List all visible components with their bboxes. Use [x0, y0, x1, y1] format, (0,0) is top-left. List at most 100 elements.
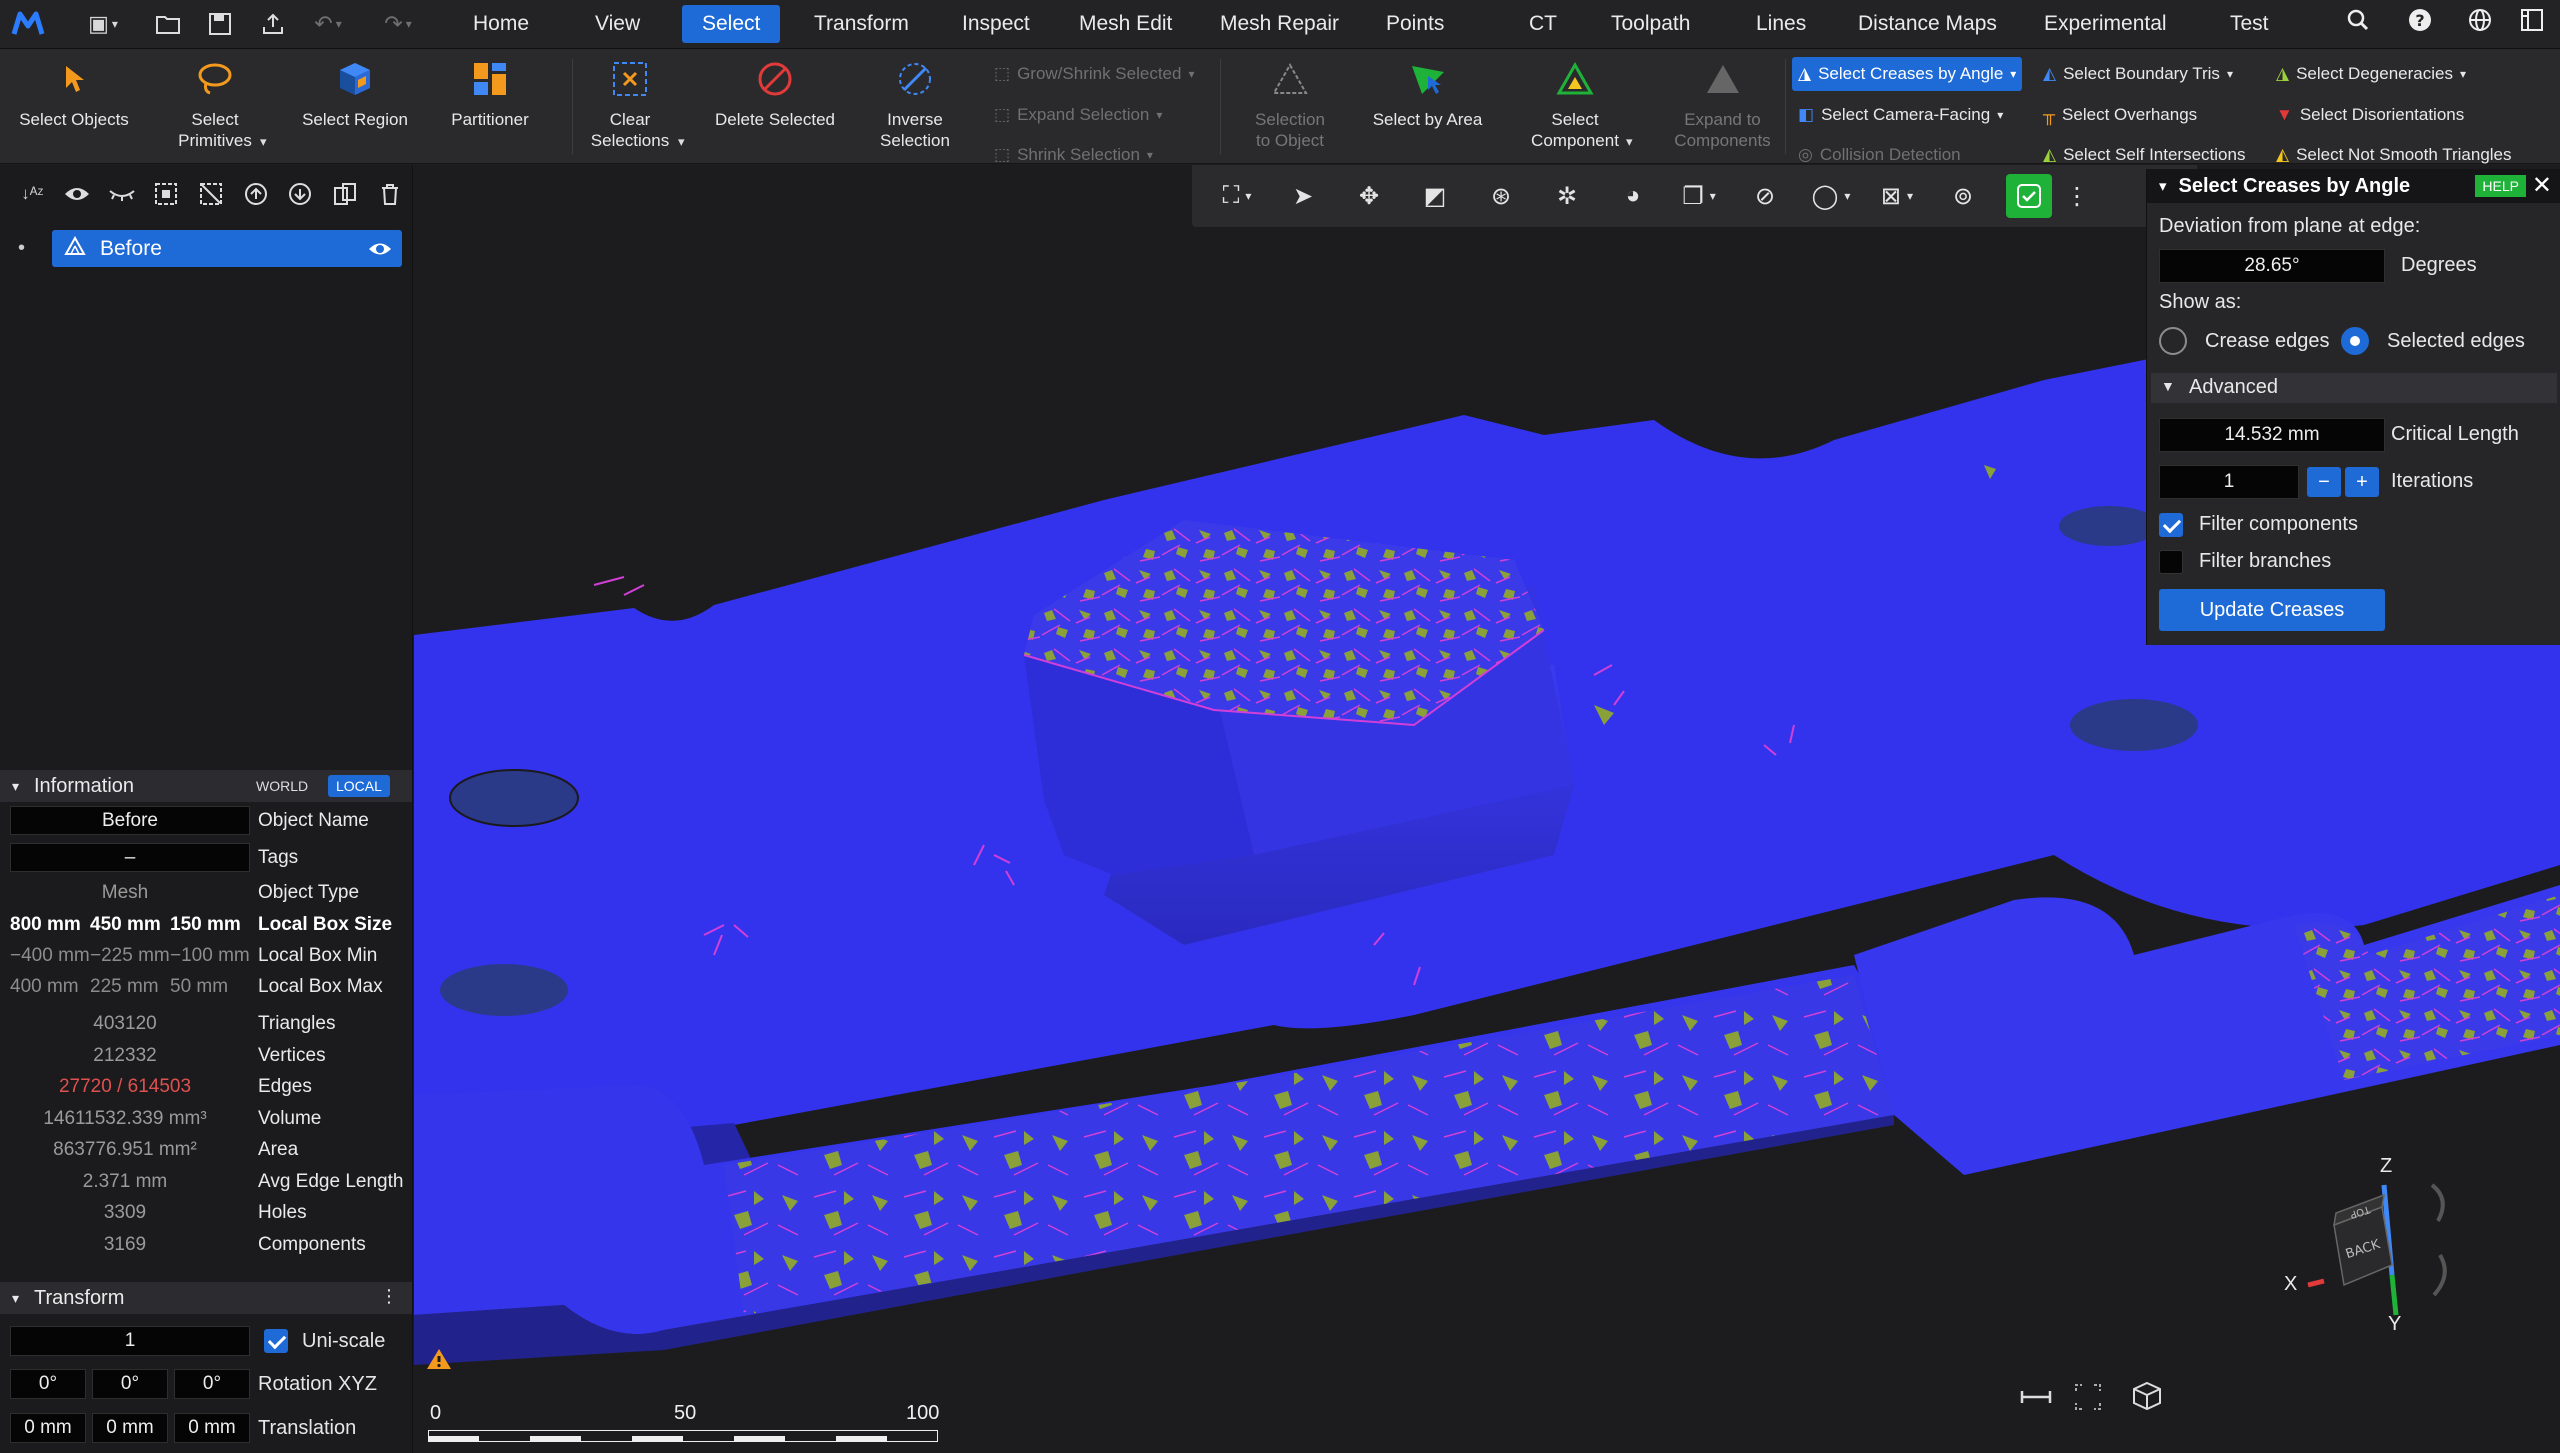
hide-icon[interactable] [99, 174, 144, 214]
menu-lines[interactable]: Lines [1736, 5, 1826, 43]
trash-icon[interactable] [367, 174, 412, 214]
filter-branches-checkbox[interactable] [2159, 550, 2183, 574]
deviation-input[interactable]: 28.65° [2159, 249, 2385, 283]
select-all-icon[interactable] [144, 174, 189, 214]
measure-icon[interactable] [2020, 1387, 2052, 1412]
information-header[interactable]: ▾ Information WORLD LOCAL [0, 770, 412, 802]
undo-icon[interactable]: ↶ ▾ [305, 8, 351, 40]
chevron-down-icon[interactable]: ▾ [1626, 134, 1633, 150]
menu-transform[interactable]: Transform [794, 5, 929, 43]
orbit-icon[interactable]: ⊛ [1468, 174, 1534, 218]
move-up-icon[interactable] [233, 174, 278, 214]
confirm-icon[interactable] [2006, 174, 2052, 218]
menu-toolpath[interactable]: Toolpath [1591, 5, 1710, 43]
select-by-area-button[interactable]: Select by Area [1365, 49, 1490, 164]
clear-selections-button[interactable]: Clear Selections [580, 49, 680, 164]
export-icon[interactable] [250, 8, 296, 40]
partitioner-button[interactable]: Partitioner [430, 49, 550, 164]
menu-experimental[interactable]: Experimental [2024, 5, 2187, 43]
translation-x-field[interactable]: 0 mm [10, 1413, 86, 1443]
rotation-z-field[interactable]: 0° [174, 1369, 250, 1399]
inverse-selection-button[interactable]: Inverse Selection [860, 49, 970, 164]
menu-test[interactable]: Test [2210, 5, 2289, 43]
select-creases-by-angle-button[interactable]: ◮ Select Creases by Angle ▾ [1792, 57, 2023, 91]
grow-shrink-selected[interactable]: ⬚ Grow/Shrink Selected ▾ [988, 57, 1201, 91]
select-component-button[interactable]: Select Component [1510, 49, 1640, 164]
menu-points[interactable]: Points [1366, 5, 1464, 43]
app-logo[interactable] [10, 8, 58, 40]
transform-header[interactable]: ▾ Transform ⋮ [0, 1282, 412, 1314]
menu-mesh-edit[interactable]: Mesh Edit [1059, 5, 1192, 43]
selected-edges-radio[interactable] [2341, 327, 2369, 355]
uniscale-checkbox[interactable] [264, 1329, 288, 1353]
rotation-y-field[interactable]: 0° [92, 1369, 168, 1399]
expand-to-components-button[interactable]: Expand to Components [1665, 49, 1780, 164]
move-down-icon[interactable] [278, 174, 323, 214]
translation-y-field[interactable]: 0 mm [92, 1413, 168, 1443]
scene-object-before[interactable]: Before [52, 230, 402, 267]
redo-icon[interactable]: ↷ ▾ [375, 8, 421, 40]
delete-selected-button[interactable]: Delete Selected [705, 49, 845, 164]
object-name-field[interactable]: Before [10, 806, 250, 835]
select-region-button[interactable]: Select Region [295, 49, 415, 164]
expand-selection[interactable]: ⬚ Expand Selection ▾ [988, 98, 1168, 132]
no-select-icon[interactable]: ⊚ [1930, 174, 1996, 218]
navigation-cube[interactable]: BACK TOP Z X Y [2284, 1155, 2504, 1365]
critical-length-input[interactable]: 14.532 mm [2159, 418, 2385, 452]
select-objects-button[interactable]: Select Objects [10, 49, 138, 164]
selection-to-object-button[interactable]: Selection to Object [1235, 49, 1345, 164]
menu-mesh-repair[interactable]: Mesh Repair [1200, 5, 1359, 43]
warning-icon[interactable] [426, 1347, 452, 1376]
advanced-section-header[interactable]: ▼ Advanced [2151, 373, 2557, 403]
gizmo-icon[interactable]: ✲ [1534, 174, 1600, 218]
menu-view[interactable]: View [575, 5, 660, 43]
world-toggle[interactable]: WORLD [248, 775, 316, 797]
select-cursor-icon[interactable]: ➤ [1270, 174, 1336, 218]
paint-select-icon[interactable]: ◩ [1402, 174, 1468, 218]
deselect-icon[interactable] [189, 174, 234, 214]
new-file-icon[interactable]: ▣ ▾ [80, 8, 126, 40]
crease-panel-header[interactable]: ▾ Select Creases by Angle HELP ✕ [2147, 169, 2560, 203]
globe-icon[interactable] [2460, 8, 2500, 40]
help-icon[interactable]: ? [2400, 8, 2440, 40]
window-menu-icon[interactable] [2512, 8, 2552, 40]
open-icon[interactable] [145, 8, 191, 40]
select-overhangs-button[interactable]: ╥ Select Overhangs [2037, 98, 2203, 132]
sort-az-icon[interactable]: ↓ᴬᶻ [10, 174, 55, 214]
chevron-down-icon[interactable]: ▾ [260, 134, 267, 150]
increment-button[interactable]: + [2345, 467, 2379, 497]
perspective-cube-icon[interactable] [2132, 1381, 2162, 1416]
tags-field[interactable]: – [10, 843, 250, 872]
menu-distance-maps[interactable]: Distance Maps [1838, 5, 2017, 43]
help-button[interactable]: HELP [2475, 175, 2526, 197]
fit-view-icon[interactable]: ⛶ ▾ [1204, 174, 1270, 218]
more-options-icon[interactable]: ⋮ [380, 1286, 398, 1307]
uniscale-field[interactable]: 1 [10, 1326, 250, 1356]
local-toggle[interactable]: LOCAL [328, 775, 390, 797]
clone-icon[interactable]: ❐ ▾ [1666, 174, 1732, 218]
select-boundary-tris-button[interactable]: ◭ Select Boundary Tris ▾ [2037, 57, 2239, 91]
move-icon[interactable]: ✥ [1336, 174, 1402, 218]
tree-expander[interactable]: • [18, 237, 25, 260]
filter-components-checkbox[interactable] [2159, 513, 2183, 537]
box-select-icon[interactable]: ⊠ ▾ [1864, 174, 1930, 218]
close-icon[interactable]: ✕ [2532, 171, 2552, 200]
save-icon[interactable] [197, 8, 243, 40]
eye-icon[interactable] [55, 174, 100, 214]
select-degeneracies-button[interactable]: ◮ Select Degeneracies ▾ [2270, 57, 2472, 91]
focus-icon[interactable] [2074, 1383, 2102, 1416]
decrement-button[interactable]: − [2307, 467, 2341, 497]
translation-z-field[interactable]: 0 mm [174, 1413, 250, 1443]
search-icon[interactable] [2338, 8, 2378, 40]
kebab-menu-icon[interactable]: ⋮ [2062, 174, 2092, 218]
iterations-input[interactable]: 1 [2159, 465, 2299, 499]
crease-edges-radio[interactable] [2159, 327, 2187, 355]
backface-icon[interactable]: ⊘ [1732, 174, 1798, 218]
chevron-down-icon[interactable]: ▾ [678, 134, 685, 150]
update-creases-button[interactable]: Update Creases [2159, 589, 2385, 631]
menu-ct[interactable]: CT [1509, 5, 1577, 43]
duplicate-icon[interactable] [323, 174, 368, 214]
select-disorientations-button[interactable]: ▼ Select Disorientations [2270, 98, 2470, 132]
visibility-eye-icon[interactable] [368, 239, 392, 263]
menu-select[interactable]: Select [682, 5, 781, 43]
